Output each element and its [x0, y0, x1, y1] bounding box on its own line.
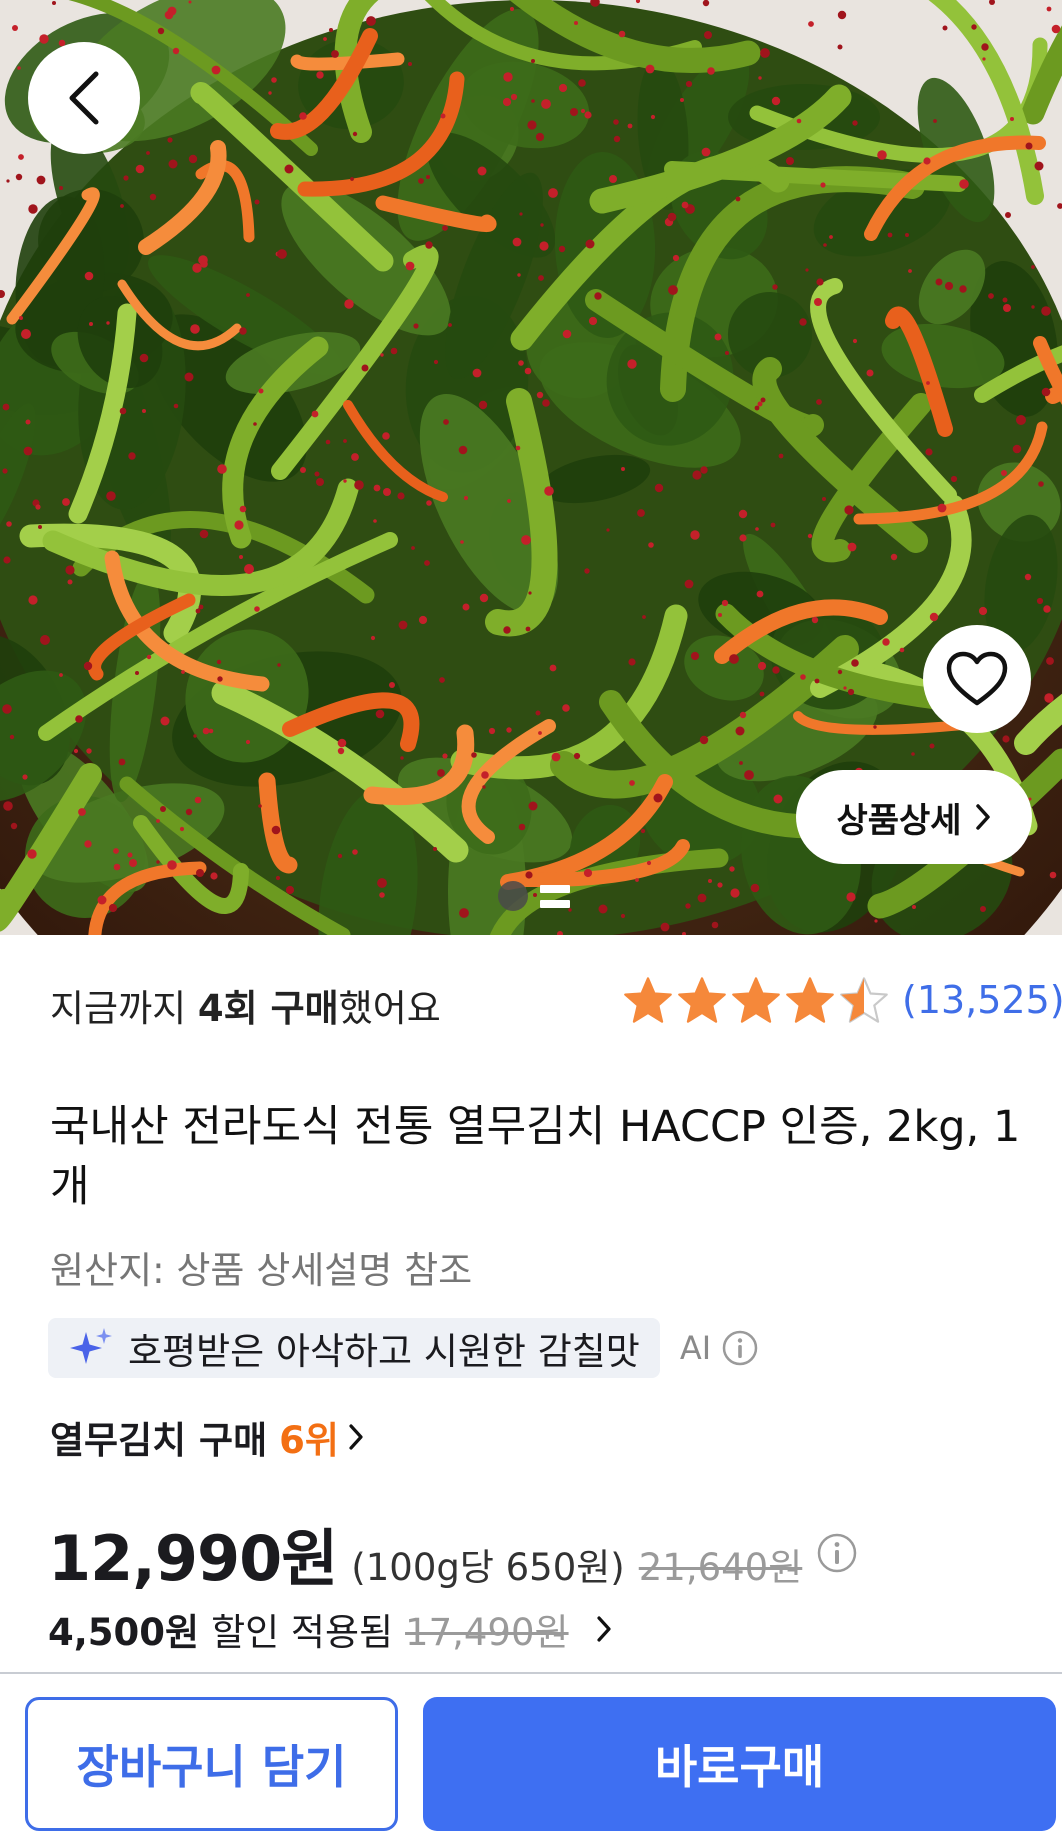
purchase-history-suffix: 했어요: [338, 987, 441, 1030]
price-info-icon[interactable]: [816, 1532, 858, 1574]
category-rank[interactable]: 열무김치 구매 6위: [50, 1410, 365, 1464]
rank-category: 열무김치 구매: [50, 1419, 268, 1462]
product-origin: 원산지: 상품 상세설명 참조: [50, 1249, 473, 1292]
ai-summary-text: 호평받은 아삭하고 시원한 감칠맛: [128, 1330, 640, 1373]
sparkle-icon: [70, 1328, 112, 1364]
add-to-cart-button[interactable]: 장바구니 담기: [25, 1697, 398, 1831]
star-rating: [622, 975, 890, 1025]
info-icon[interactable]: [721, 1329, 759, 1367]
original-price: 21,640원: [638, 1546, 803, 1589]
ai-summary-chip: 호평받은 아삭하고 시원한 감칠맛: [48, 1318, 660, 1378]
chevron-right-icon: [974, 802, 992, 832]
star-icon: [786, 977, 834, 1023]
purchase-count: 4회 구매: [197, 987, 339, 1030]
unit-price: (100g당 650원): [351, 1546, 625, 1589]
star-icon: [624, 977, 672, 1023]
carousel-pagination: [498, 881, 570, 911]
chevron-right-icon: [595, 1614, 613, 1644]
heart-icon: [946, 651, 1008, 706]
rating[interactable]: (13,525): [622, 975, 1062, 1025]
wishlist-button[interactable]: [923, 625, 1031, 733]
ai-label[interactable]: AI: [680, 1329, 759, 1367]
back-button[interactable]: [28, 42, 140, 154]
purchase-history-prefix: 지금까지: [50, 987, 198, 1030]
carousel-dot-active[interactable]: [498, 881, 528, 911]
star-icon: [840, 977, 888, 1023]
product-title: 국내산 전라도식 전통 열무김치 HACCP 인증, 2kg, 1개: [50, 1102, 1021, 1212]
price-before-discount: 17,490원: [405, 1611, 569, 1654]
ai-label-text: AI: [679, 1329, 712, 1367]
rank-position: 6위: [279, 1419, 339, 1462]
discount-amount: 4,500원: [48, 1611, 200, 1654]
sale-price: 12,990원: [48, 1522, 338, 1595]
buy-now-button[interactable]: 바로구매: [423, 1697, 1056, 1831]
product-image-carousel[interactable]: 상품상세: [0, 0, 1062, 935]
chevron-left-icon: [69, 71, 99, 125]
chevron-right-icon: [347, 1422, 365, 1452]
product-detail-button[interactable]: 상품상세: [796, 770, 1032, 864]
price-row: 12,990원 (100g당 650원) 21,640원: [48, 1508, 858, 1598]
star-icon: [678, 977, 726, 1023]
pause-icon[interactable]: [540, 881, 570, 911]
product-detail-label: 상품상세: [836, 800, 962, 841]
bottom-action-bar: 장바구니 담기 바로구매: [0, 1672, 1062, 1831]
review-count[interactable]: (13,525): [902, 978, 1062, 1022]
discount-row[interactable]: 4,500원 할인 적용됨 17,490원: [48, 1602, 613, 1656]
ai-summary: 호평받은 아삭하고 시원한 감칠맛 AI: [48, 1318, 759, 1378]
discount-applied-label: 할인 적용됨: [211, 1611, 394, 1654]
star-icon: [732, 977, 780, 1023]
purchase-history: 지금까지 4회 구매했어요: [50, 978, 441, 1032]
